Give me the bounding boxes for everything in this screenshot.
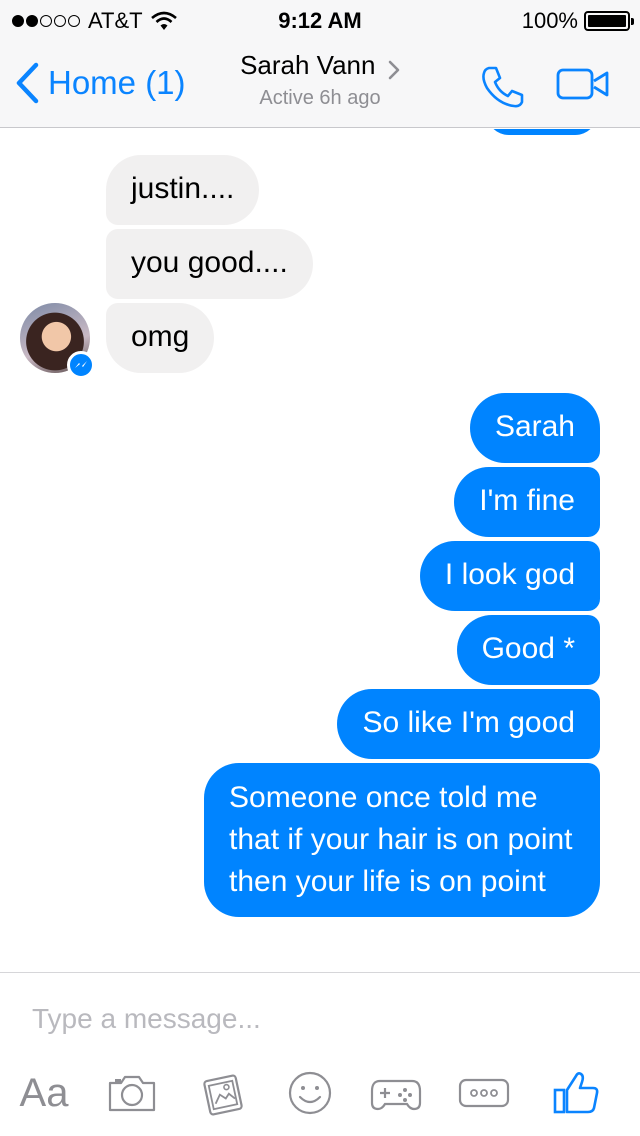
outgoing-message[interactable]: I look god	[419, 541, 600, 611]
nav-bar: Home (1) Sarah Vann Active 6h ago	[0, 40, 640, 128]
game-controller-icon	[370, 1079, 422, 1111]
battery-fill	[588, 15, 626, 27]
outgoing-message[interactable]: Sarah	[469, 393, 600, 463]
camera-button[interactable]	[104, 1065, 160, 1121]
partial-message-bubble	[486, 129, 598, 135]
gallery-button[interactable]	[196, 1065, 252, 1121]
outgoing-message[interactable]: Good *	[456, 615, 600, 685]
thumbs-up-icon	[553, 1072, 599, 1114]
text-format-button[interactable]: Aa	[16, 1065, 72, 1121]
phone-icon	[482, 66, 524, 108]
video-camera-icon	[556, 68, 609, 100]
message-input[interactable]	[20, 997, 620, 1041]
battery-icon	[584, 11, 634, 31]
messenger-bolt-icon	[75, 361, 87, 368]
emoji-icon	[288, 1071, 332, 1115]
conversation[interactable]: justin.... you good.... omg Sarah I'm fi…	[0, 129, 640, 972]
incoming-message[interactable]: justin....	[106, 155, 260, 225]
more-button[interactable]	[456, 1065, 512, 1121]
message-composer: Aa	[0, 972, 640, 1136]
camera-icon	[108, 1075, 156, 1112]
status-right: 100%	[521, 8, 634, 34]
emoji-button[interactable]	[282, 1065, 338, 1121]
contact-header[interactable]: Sarah Vann Active 6h ago	[200, 50, 440, 110]
messenger-badge-icon	[67, 351, 95, 379]
composer-toolbar: Aa	[0, 1065, 640, 1125]
incoming-message[interactable]: you good....	[106, 229, 313, 299]
back-button[interactable]: Home (1)	[14, 62, 186, 104]
call-button[interactable]	[480, 64, 526, 115]
battery-nub	[631, 18, 634, 25]
outgoing-message[interactable]: I'm fine	[454, 467, 600, 537]
video-call-button[interactable]	[556, 66, 610, 107]
gallery-icon	[203, 1074, 243, 1116]
chevron-left-icon	[16, 62, 39, 104]
like-button[interactable]	[548, 1065, 604, 1121]
battery-percent: 100%	[521, 8, 578, 33]
status-bar: AT&T 9:12 AM 100%	[0, 0, 640, 40]
outgoing-message[interactable]: Someone once told me that if your hair i…	[204, 763, 600, 917]
back-label: Home (1)	[48, 64, 186, 101]
games-button[interactable]	[368, 1065, 424, 1121]
contact-status: Active 6h ago	[259, 87, 381, 109]
contact-name: Sarah Vann	[240, 50, 376, 80]
more-icon	[458, 1078, 510, 1108]
incoming-message[interactable]: omg	[106, 303, 215, 373]
outgoing-message[interactable]: So like I'm good	[337, 689, 600, 759]
chevron-right-icon	[388, 60, 400, 80]
